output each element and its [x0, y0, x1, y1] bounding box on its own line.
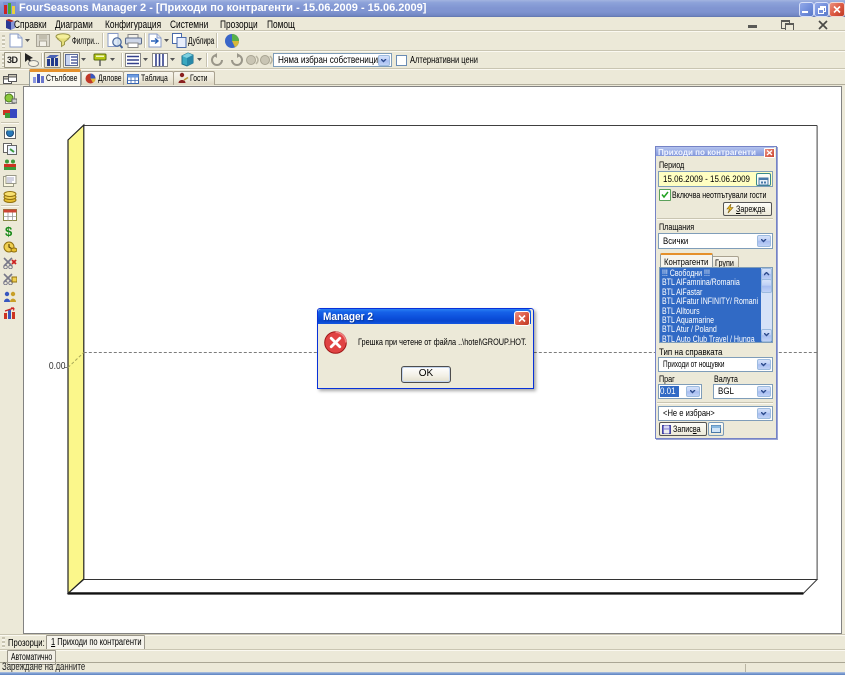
svg-text:$: $: [5, 225, 13, 238]
